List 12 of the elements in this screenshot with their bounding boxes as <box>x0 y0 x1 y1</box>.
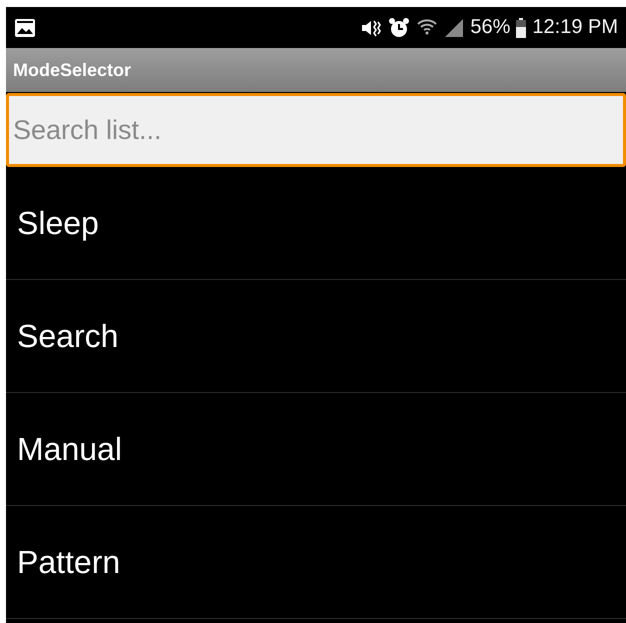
picture-icon <box>14 18 36 38</box>
list-item[interactable]: Manual <box>6 393 626 506</box>
list-item[interactable]: Sleep <box>6 167 626 280</box>
list-item[interactable]: Pattern <box>6 506 626 619</box>
battery-icon <box>516 18 526 38</box>
alarm-icon <box>388 16 410 38</box>
app-title: ModeSelector <box>13 60 132 80</box>
search-field[interactable]: Search list... <box>6 93 626 167</box>
list-item[interactable]: Search <box>6 280 626 393</box>
clock-time: 12:19 PM <box>532 16 618 39</box>
battery-percent: 56% <box>470 16 510 39</box>
signal-icon <box>444 18 464 38</box>
